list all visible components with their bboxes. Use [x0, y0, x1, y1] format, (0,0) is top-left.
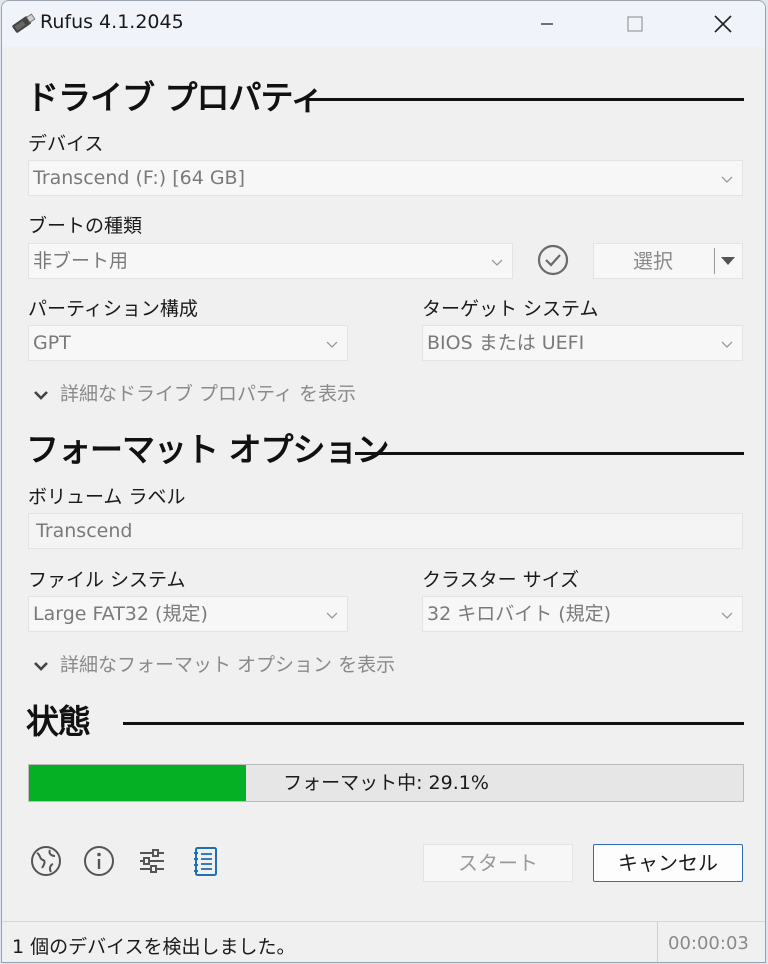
cluster-size-value: 32 キロバイト (規定): [427, 603, 612, 625]
boot-type-label: ブートの種類: [28, 215, 143, 237]
check-icon[interactable]: [535, 242, 571, 278]
drive-properties-divider: [307, 98, 744, 101]
partition-scheme-value: GPT: [33, 332, 71, 354]
progress-bar: フォーマット中: 29.1%: [28, 764, 744, 802]
drive-properties-heading: ドライブ プロパティ: [26, 78, 324, 117]
globe-icon[interactable]: [29, 844, 63, 878]
device-select[interactable]: Transcend (F:) [64 GB]: [28, 160, 743, 196]
advanced-drive-toggle[interactable]: 詳細なドライブ プロパティ を表示: [32, 379, 356, 406]
advanced-format-label: 詳細なフォーマット オプション を表示: [60, 654, 396, 676]
minimize-button[interactable]: [518, 1, 576, 47]
status-message: 1 個のデバイスを検出しました。: [12, 936, 296, 958]
device-value: Transcend (F:) [64 GB]: [33, 167, 246, 189]
title-bar: Rufus 4.1.2045: [2, 1, 765, 47]
dropdown-arrow-icon[interactable]: [720, 256, 736, 266]
chevron-down-icon: [326, 341, 338, 348]
chevron-down-icon: [34, 390, 48, 400]
cluster-size-select[interactable]: 32 キロバイト (規定): [422, 596, 743, 632]
select-image-button[interactable]: 選択: [593, 243, 743, 279]
advanced-drive-label: 詳細なドライブ プロパティ を表示: [60, 383, 356, 405]
maximize-button[interactable]: [606, 1, 664, 47]
partition-scheme-select[interactable]: GPT: [28, 325, 348, 361]
log-icon[interactable]: [189, 844, 223, 878]
status-bar: 1 個のデバイスを検出しました。 00:00:03: [2, 921, 765, 962]
target-system-value: BIOS または UEFI: [427, 332, 585, 354]
chevron-down-icon: [491, 259, 503, 266]
device-label: デバイス: [28, 133, 104, 155]
advanced-format-toggle[interactable]: 詳細なフォーマット オプション を表示: [32, 650, 395, 677]
file-system-select[interactable]: Large FAT32 (規定): [28, 596, 348, 632]
minimize-icon: [541, 23, 553, 25]
format-options-divider: [355, 452, 744, 455]
start-button[interactable]: スタート: [423, 844, 573, 882]
chevron-down-icon: [34, 661, 48, 671]
boot-type-value: 非ブート用: [33, 250, 129, 272]
progress-text: フォーマット中: 29.1%: [283, 772, 489, 794]
maximize-icon: [627, 16, 643, 32]
select-label: 選択: [633, 249, 673, 273]
split-divider: [714, 248, 715, 274]
chevron-down-icon: [721, 176, 733, 183]
target-system-select[interactable]: BIOS または UEFI: [422, 325, 743, 361]
chevron-down-icon: [721, 341, 733, 348]
rufus-window: Rufus 4.1.2045 ドライブ プロパティ デバイス Transcend…: [1, 0, 766, 963]
settings-icon[interactable]: [135, 844, 169, 878]
status-divider: [123, 722, 744, 725]
usb-drive-icon: [12, 13, 36, 33]
chevron-down-icon: [326, 612, 338, 619]
window-title: Rufus 4.1.2045: [40, 11, 184, 33]
target-system-label: ターゲット システム: [422, 298, 599, 320]
file-system-value: Large FAT32 (規定): [33, 603, 208, 625]
cluster-size-label: クラスター サイズ: [422, 569, 580, 591]
close-button[interactable]: [694, 1, 752, 47]
chevron-down-icon: [721, 612, 733, 619]
volume-label-label: ボリューム ラベル: [28, 486, 186, 508]
partition-scheme-label: パーティション構成: [28, 298, 198, 320]
volume-label-input[interactable]: Transcend: [28, 513, 743, 549]
file-system-label: ファイル システム: [28, 569, 186, 591]
cancel-button[interactable]: キャンセル: [593, 844, 743, 882]
status-separator: [657, 922, 658, 962]
elapsed-timer: 00:00:03: [668, 933, 749, 954]
close-icon: [714, 15, 732, 33]
info-icon[interactable]: [82, 844, 116, 878]
boot-type-select[interactable]: 非ブート用: [28, 243, 513, 279]
status-heading: 状態: [26, 702, 91, 741]
format-options-heading: フォーマット オプション: [26, 430, 389, 469]
